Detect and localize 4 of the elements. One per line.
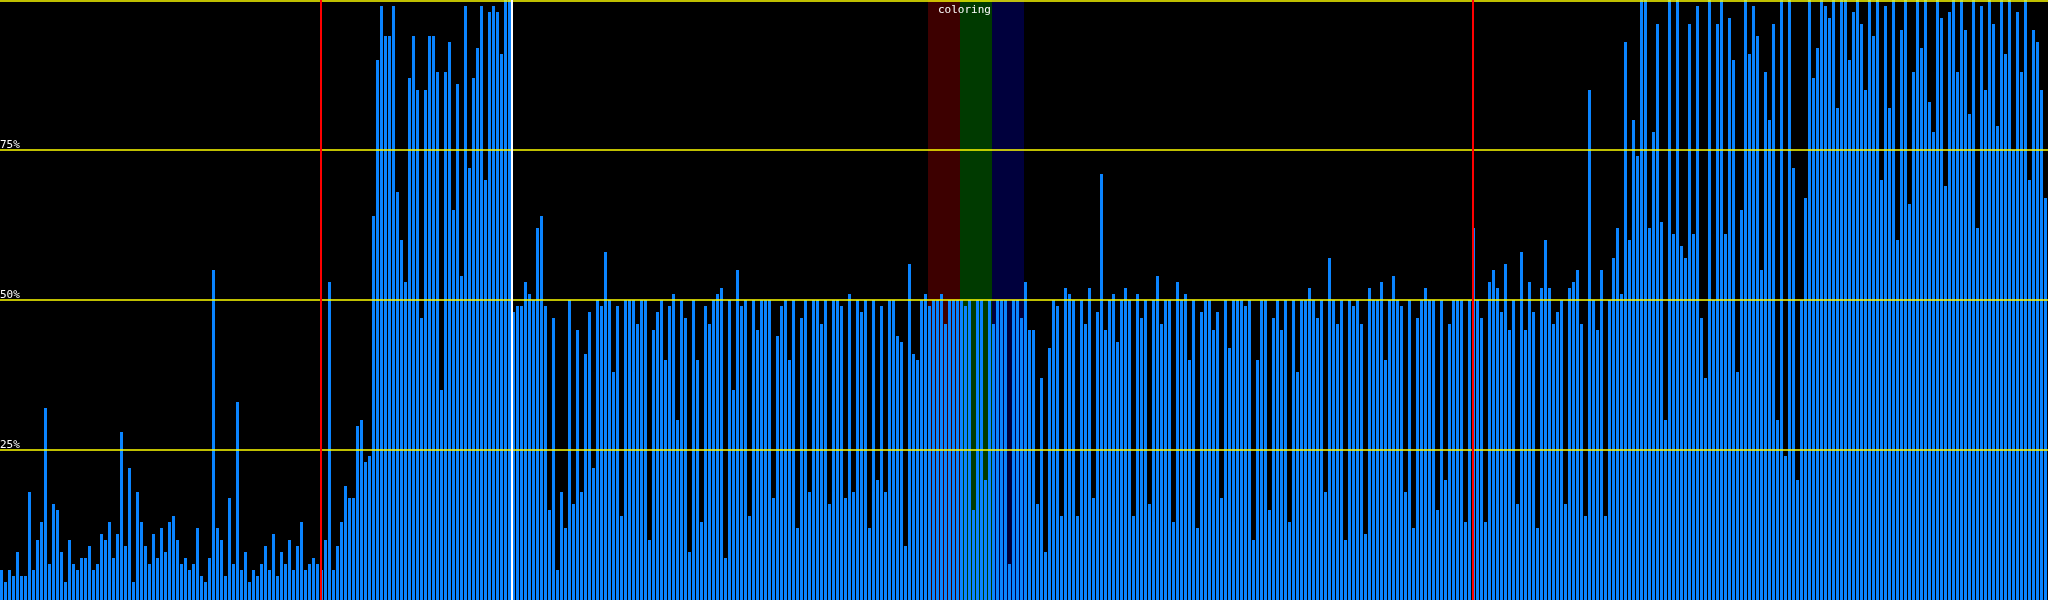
axis-label: 25% bbox=[0, 438, 20, 451]
band-label: coloring bbox=[938, 3, 991, 16]
axis-label: 75% bbox=[0, 138, 20, 151]
axis-label: 50% bbox=[0, 288, 20, 301]
